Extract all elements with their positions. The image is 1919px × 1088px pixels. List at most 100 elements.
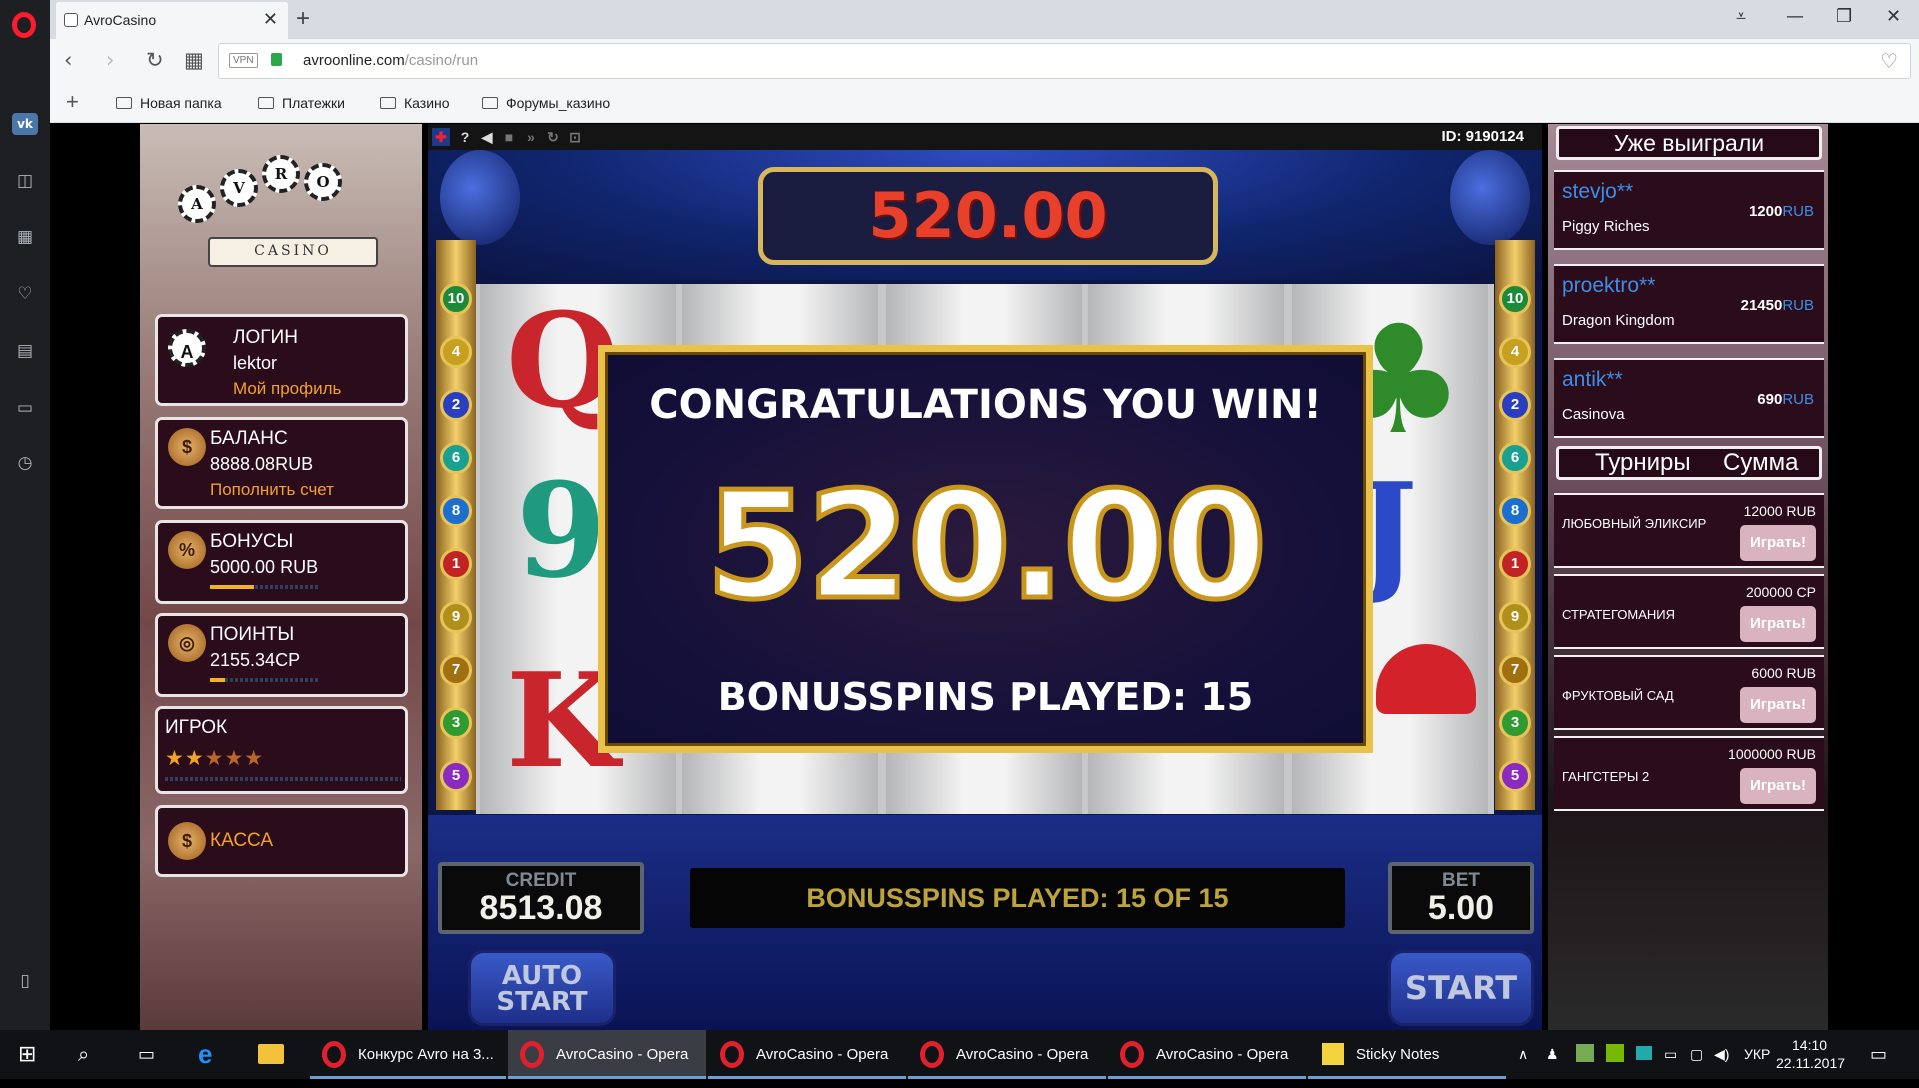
minimize-icon[interactable]: — (1786, 6, 1804, 27)
camera-icon[interactable]: ◫ (12, 170, 38, 192)
tournaments-sum-title: Сумма (1723, 449, 1799, 476)
win-amount: 520.00 (703, 458, 1269, 635)
taskbar-app[interactable]: Sticky Notes (1308, 1030, 1506, 1079)
deposit-link[interactable]: Пополнить счет (210, 480, 334, 500)
heart-icon[interactable]: ♡ (12, 283, 38, 305)
vpn-badge[interactable]: VPN (229, 53, 258, 68)
balance-title: БАЛАНС (210, 428, 288, 449)
tab-menu-icon[interactable]: ⩡ (1736, 6, 1746, 27)
browser-tab[interactable]: AvroCasino ✕ (56, 2, 288, 39)
taskbar-app[interactable]: AvroCasino - Opera (508, 1030, 706, 1079)
forward-icon[interactable]: › (106, 48, 114, 72)
payline-number: 1 (440, 548, 472, 580)
payline-number: 2 (440, 389, 472, 421)
new-tab-button[interactable]: + (296, 5, 310, 33)
payline-number: 8 (1499, 495, 1531, 527)
speed-dial-icon[interactable]: ▦ (12, 226, 38, 248)
help-icon[interactable]: ? (456, 128, 474, 146)
player-progress (165, 777, 401, 781)
opera-logo-icon[interactable] (12, 12, 36, 38)
casino-logo[interactable]: A V R O CASINO (150, 137, 415, 287)
start-button[interactable]: START (1388, 950, 1534, 1026)
points-title: ПОИНТЫ (210, 624, 295, 645)
tray-app-icon[interactable] (1636, 1046, 1652, 1060)
tournament-name: СТРАТЕГОМАНИЯ (1562, 607, 1676, 622)
file-explorer-icon[interactable] (258, 1044, 284, 1064)
windows-start-icon[interactable]: ⊞ (18, 1030, 36, 1079)
tray-chevron-icon[interactable]: ∧ (1518, 1030, 1528, 1079)
winner-amount: 21450RUB (1740, 297, 1814, 314)
bet-display[interactable]: BET 5.00 (1388, 862, 1534, 934)
close-window-icon[interactable]: ✕ (1886, 6, 1901, 27)
play-button[interactable]: Играть! (1740, 606, 1816, 642)
username: lektor (233, 353, 278, 373)
task-view-icon[interactable]: ▭ (138, 1030, 155, 1079)
game-id: ID: 9190124 (1441, 128, 1524, 145)
winner-name: proektro** (1562, 274, 1656, 297)
bookmark-folder[interactable]: Платежки (258, 95, 345, 111)
tabs-icon[interactable]: ▭ (12, 397, 38, 419)
battery-icon[interactable]: ▭ (1664, 1030, 1677, 1079)
address-bar[interactable]: VPN avroonline.com/casino/run ♡ (218, 43, 1911, 79)
play-button[interactable]: Играть! (1740, 525, 1816, 561)
tray-app-icon[interactable] (1576, 1044, 1594, 1062)
sticky-notes-icon (1322, 1043, 1344, 1065)
bookmark-folder[interactable]: Форумы_казино (482, 95, 610, 111)
winner-item[interactable]: stevjo** Piggy Riches 1200RUB (1554, 170, 1824, 250)
bookmark-folder[interactable]: Казино (380, 95, 450, 111)
url-text[interactable]: avroonline.com/casino/run (303, 52, 478, 69)
lock-icon[interactable] (271, 53, 282, 66)
search-icon[interactable]: ⌕ (78, 1030, 89, 1079)
winner-game: Piggy Riches (1562, 218, 1650, 235)
tournament-name: ЛЮБОВНЫЙ ЭЛИКСИР (1562, 516, 1707, 531)
sound-icon[interactable]: ◀ (478, 128, 496, 146)
payline-number: 5 (440, 760, 472, 792)
payline-number: 9 (1499, 601, 1531, 633)
network-icon[interactable]: ▢ (1690, 1030, 1703, 1079)
taskbar-app[interactable]: AvroCasino - Opera (1108, 1030, 1306, 1079)
refresh-icon[interactable]: ↻ (544, 128, 562, 146)
tray-nvidia-icon[interactable] (1606, 1044, 1624, 1062)
logo-chip: O (304, 163, 342, 201)
language-flag-icon[interactable]: ✚ (432, 128, 450, 146)
taskbar-app[interactable]: AvroCasino - Opera (708, 1030, 906, 1079)
sidebar-toggle-icon[interactable]: ▯ (12, 970, 38, 992)
tabs-grid-icon[interactable]: ▦ (184, 48, 204, 72)
bookmark-folder[interactable]: Новая папка (116, 95, 222, 111)
tray-user-icon[interactable]: ♟ (1546, 1030, 1559, 1079)
notifications-icon[interactable]: ▭ (1870, 1030, 1887, 1079)
clock-date[interactable]: 22.11.2017 (1776, 1039, 1845, 1088)
taskbar-app[interactable]: Конкурс Avro на 3... (310, 1030, 506, 1079)
auto-start-button[interactable]: AUTO START (468, 950, 616, 1026)
language-indicator[interactable]: УКР (1744, 1030, 1770, 1079)
reload-icon[interactable]: ↻ (146, 48, 164, 72)
player-title: ИГРОК (165, 717, 228, 738)
stop-icon[interactable]: ■ (500, 128, 518, 146)
fast-forward-icon[interactable]: » (522, 128, 540, 146)
bonus-value: 5000.00 RUB (210, 557, 319, 577)
edge-icon[interactable]: e (198, 1030, 212, 1079)
history-icon[interactable]: ◷ (12, 452, 38, 474)
payline-number: 2 (1499, 389, 1531, 421)
restore-icon[interactable]: ❐ (1836, 6, 1852, 27)
fullscreen-icon[interactable]: ⊡ (566, 128, 584, 146)
profile-link[interactable]: Мой профиль (233, 379, 341, 399)
cashier-button[interactable]: $ КАССА (155, 805, 408, 877)
vk-icon[interactable]: vk (12, 113, 38, 135)
close-tab-icon[interactable]: ✕ (263, 9, 278, 30)
winner-amount: 690RUB (1757, 391, 1814, 408)
play-button[interactable]: Играть! (1740, 687, 1816, 723)
back-icon[interactable]: ‹ (64, 48, 72, 72)
bookmark-heart-icon[interactable]: ♡ (1880, 49, 1898, 74)
add-bookmark-icon[interactable]: + (66, 89, 79, 115)
coins-icon: $ (168, 428, 206, 466)
bonus-title: БОНУСЫ (210, 531, 294, 552)
volume-icon[interactable]: ◀) (1714, 1030, 1729, 1079)
winner-item[interactable]: proektro** Dragon Kingdom 21450RUB (1554, 264, 1824, 344)
payline-number: 4 (1499, 336, 1531, 368)
news-icon[interactable]: ▤ (12, 340, 38, 362)
winner-item[interactable]: antik** Casinova 690RUB (1554, 358, 1824, 438)
taskbar-app[interactable]: AvroCasino - Opera (908, 1030, 1106, 1079)
play-button[interactable]: Играть! (1740, 768, 1816, 804)
login-box: A ЛОГИН lektor Мой профиль (155, 314, 408, 406)
